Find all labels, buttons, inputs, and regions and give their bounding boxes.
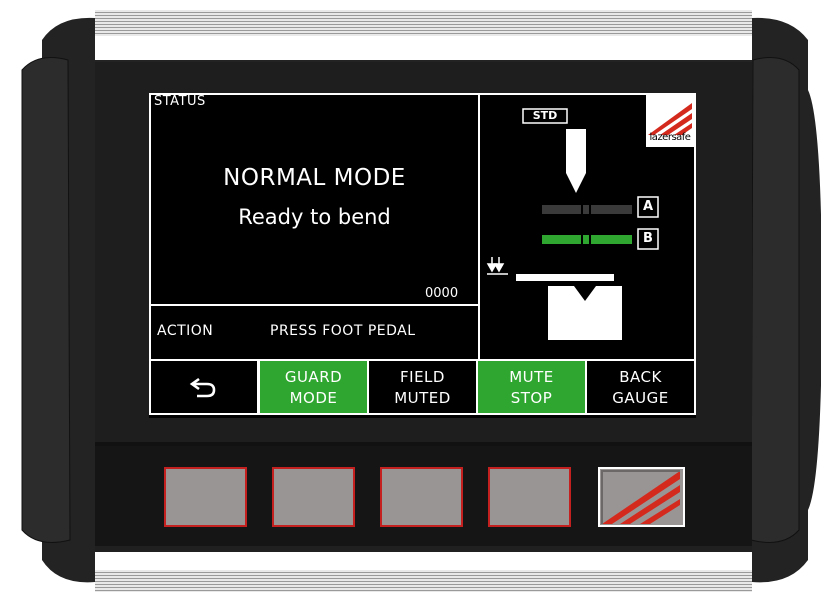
std-label: STD [532, 109, 558, 122]
brand-logo: lazersafe [646, 95, 694, 147]
cycle-counter: 0000 [425, 286, 459, 301]
display-screen: STATUS NORMAL MODE Ready to bend 0000 AC… [149, 93, 696, 418]
punch-tool [566, 129, 586, 193]
softkey-guard-mode-line1: GUARD [284, 368, 343, 386]
softkey-mute-stop[interactable]: MUTE STOP [476, 359, 587, 415]
brand-name: lazersafe [649, 132, 691, 143]
brand-button[interactable] [598, 467, 685, 527]
workpiece [516, 274, 614, 281]
hardware-button-2[interactable] [272, 467, 355, 527]
beam-b-label: B [643, 231, 653, 246]
status-message: Ready to bend [238, 205, 391, 229]
bottom-rail-band [95, 552, 752, 570]
softkey-field-muted-line2: MUTED [394, 389, 451, 407]
softkey-back-gauge-line2: GAUGE [612, 389, 669, 407]
softkey-back-gauge-line1: BACK [619, 368, 662, 386]
brand-stripes-icon [601, 470, 680, 524]
softkey-field-muted-line1: FIELD [400, 368, 445, 386]
beam-b-bar [542, 235, 632, 244]
softkey-mute-stop-line1: MUTE [509, 368, 554, 386]
status-label: STATUS [154, 94, 206, 109]
down-arrows-icon [486, 257, 508, 275]
status-panel [149, 93, 480, 306]
softkey-field-muted[interactable]: FIELD MUTED [367, 359, 478, 415]
softkey-mute-stop-line2: STOP [510, 389, 553, 407]
back-softkey[interactable] [149, 359, 259, 415]
top-rail-band [95, 36, 752, 60]
action-text: PRESS FOOT PEDAL [270, 323, 416, 339]
action-label: ACTION [157, 323, 214, 339]
die-tool [548, 286, 622, 340]
softkey-guard-mode-line2: MODE [289, 389, 338, 407]
return-arrow-icon [189, 377, 216, 398]
top-rail [95, 10, 752, 36]
softkey-back-gauge[interactable]: BACK GAUGE [585, 359, 696, 415]
softkey-guard-mode[interactable]: GUARD MODE [258, 359, 369, 415]
hardware-button-3[interactable] [380, 467, 463, 527]
bottom-rail [95, 570, 752, 592]
hardware-button-4[interactable] [488, 467, 571, 527]
mode-title: NORMAL MODE [223, 165, 406, 191]
hardware-button-1[interactable] [164, 467, 247, 527]
beam-a-bar [542, 205, 632, 214]
beam-a-label: A [642, 199, 654, 214]
